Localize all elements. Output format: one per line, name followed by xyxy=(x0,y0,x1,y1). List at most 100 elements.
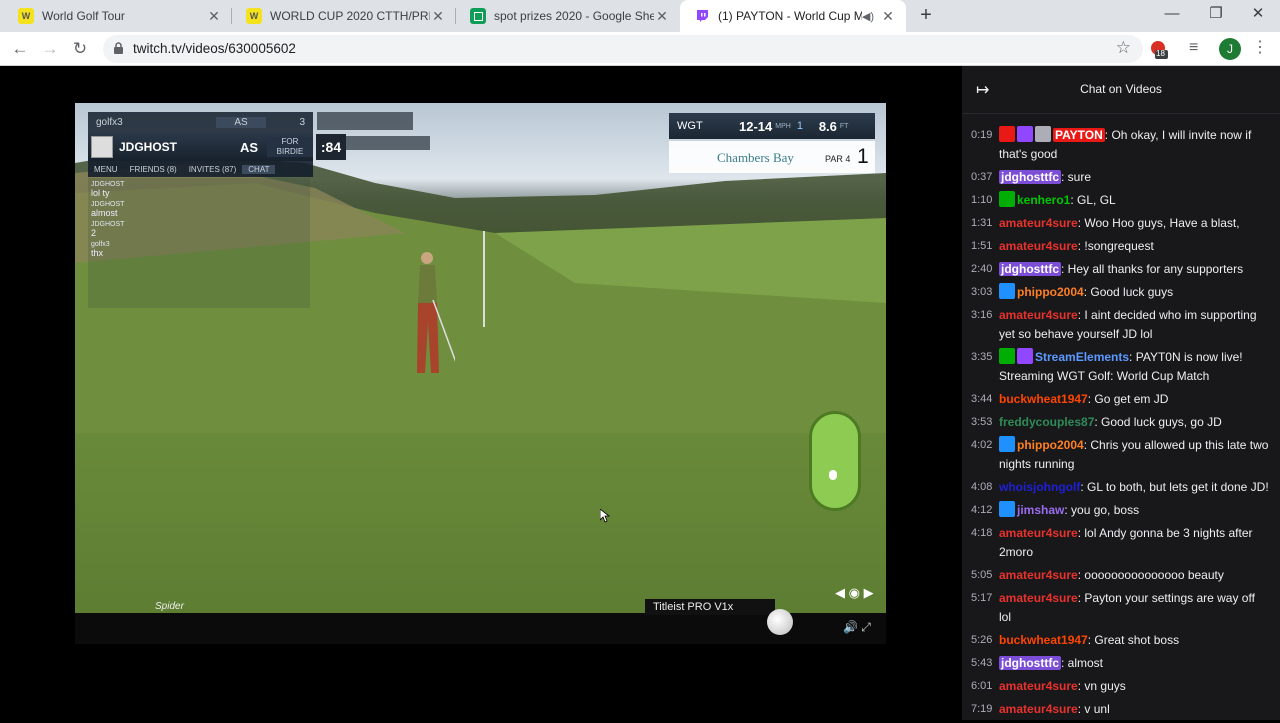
chat-badge-icon[interactable] xyxy=(999,501,1015,517)
close-tab-icon[interactable]: ✕ xyxy=(430,8,446,25)
chat-timestamp[interactable]: 3:03 xyxy=(971,283,999,302)
maximize-icon[interactable]: ❐ xyxy=(1194,0,1238,30)
tab-world-cup-prizes[interactable]: W WORLD CUP 2020 CTTH/PRIZES/ ✕ xyxy=(232,0,456,32)
chat-message-body: amateur4sure: vn guys xyxy=(999,677,1270,696)
speaker-icon[interactable]: ◀) xyxy=(862,10,874,23)
forward-icon[interactable]: → xyxy=(38,37,62,61)
chat-username[interactable]: whoisjohngolf xyxy=(999,480,1080,494)
chat-username[interactable]: PAYTON xyxy=(1053,128,1105,142)
tab-spot-prizes-sheets[interactable]: spot prizes 2020 - Google Sheets ✕ xyxy=(456,0,680,32)
distance-unit: FT xyxy=(839,122,849,130)
volume-icon[interactable]: 🔊 ⤢ xyxy=(843,620,871,635)
chat-username[interactable]: kenhero1 xyxy=(1017,193,1070,207)
chat-username[interactable]: jdghosttfc xyxy=(999,170,1061,184)
extension-icon[interactable]: 18 xyxy=(1148,39,1168,59)
chat-timestamp[interactable]: 5:43 xyxy=(971,654,999,673)
chat-timestamp[interactable]: 3:53 xyxy=(971,413,999,432)
chat-username[interactable]: amateur4sure xyxy=(999,591,1078,605)
chat-separator: : xyxy=(1061,262,1068,276)
chat-username[interactable]: amateur4sure xyxy=(999,568,1078,582)
chat-badge-icon[interactable] xyxy=(999,126,1015,142)
chat-timestamp[interactable]: 1:31 xyxy=(971,214,999,233)
chat-username[interactable]: buckwheat1947 xyxy=(999,392,1088,406)
more-menu-icon[interactable]: ⋮ xyxy=(1252,37,1268,57)
video-player[interactable]: golfx3 AS 3 JDGHOST AS FOR BIRDIE MENU F… xyxy=(0,66,962,720)
chat-timestamp[interactable]: 3:16 xyxy=(971,306,999,344)
avatar[interactable]: J xyxy=(1219,38,1241,60)
chat-message: 0:37 jdghosttfc: sure xyxy=(962,168,1280,187)
camera-icon[interactable]: ◀ ◉ ▶ xyxy=(835,585,874,601)
chat-badge-icon[interactable] xyxy=(1017,348,1033,364)
chat-username[interactable]: phippo2004 xyxy=(1017,285,1084,299)
chat-message-body: amateur4sure: v unl xyxy=(999,700,1270,719)
chat-timestamp[interactable]: 5:26 xyxy=(971,631,999,650)
game-tab-invites[interactable]: INVITES (87) xyxy=(183,165,243,174)
scoreboard-panel: golfx3 AS 3 JDGHOST AS FOR BIRDIE MENU F… xyxy=(88,112,313,177)
game-tab-friends[interactable]: FRIENDS (8) xyxy=(124,165,183,174)
chat-username[interactable]: amateur4sure xyxy=(999,308,1078,322)
chat-username[interactable]: amateur4sure xyxy=(999,239,1078,253)
game-tab-menu[interactable]: MENU xyxy=(88,165,124,174)
chat-username[interactable]: jimshaw xyxy=(1017,503,1064,517)
chat-timestamp[interactable]: 3:44 xyxy=(971,390,999,409)
chat-message-body: phippo2004: Chris you allowed up this la… xyxy=(999,436,1270,474)
chat-message: 7:19 amateur4sure: v unl xyxy=(962,700,1280,719)
chat-username[interactable]: phippo2004 xyxy=(1017,438,1084,452)
opponent-holes: 3 xyxy=(299,117,305,128)
game-tab-chat[interactable]: CHAT xyxy=(242,164,276,174)
chat-username[interactable]: StreamElements xyxy=(1035,350,1129,364)
tab-world-golf-tour[interactable]: W World Golf Tour ✕ xyxy=(4,0,232,32)
chat-timestamp[interactable]: 7:19 xyxy=(971,700,999,719)
chat-text: GL, GL xyxy=(1077,193,1116,207)
chat-timestamp[interactable]: 5:17 xyxy=(971,589,999,627)
chat-message-body: jdghosttfc: Hey all thanks for any suppo… xyxy=(999,260,1270,279)
chat-badge-icon[interactable] xyxy=(999,191,1015,207)
chat-text: v unl xyxy=(1084,702,1110,716)
chat-header: ↦ Chat on Videos xyxy=(962,66,1280,114)
media-queue-icon[interactable]: ≡ xyxy=(1189,39,1209,59)
chat-timestamp[interactable]: 4:12 xyxy=(971,501,999,520)
chat-message: 5:05 amateur4sure: ooooooooooooooo beauty xyxy=(962,566,1280,585)
chat-timestamp[interactable]: 3:35 xyxy=(971,348,999,386)
bookmark-star-icon[interactable]: ☆ xyxy=(1116,38,1131,58)
chat-timestamp[interactable]: 4:08 xyxy=(971,478,999,497)
game-chat-name: JDGHOST xyxy=(91,181,125,188)
close-tab-icon[interactable]: ✕ xyxy=(880,8,896,25)
close-window-icon[interactable]: ✕ xyxy=(1236,0,1280,30)
chat-timestamp[interactable]: 5:05 xyxy=(971,566,999,585)
tab-payton-twitch[interactable]: (1) PAYTON - World Cup Mat ◀) ✕ xyxy=(680,0,906,32)
chat-username[interactable]: jdghosttfc xyxy=(999,656,1061,670)
chat-timestamp[interactable]: 0:19 xyxy=(971,126,999,164)
chat-badge-icon[interactable] xyxy=(999,348,1015,364)
chat-badge-icon[interactable] xyxy=(999,283,1015,299)
distance-value: 8.6 xyxy=(818,118,837,134)
chat-timestamp[interactable]: 6:01 xyxy=(971,677,999,696)
chat-message-body: whoisjohngolf: GL to both, but lets get … xyxy=(999,478,1270,497)
chat-timestamp[interactable]: 1:51 xyxy=(971,237,999,256)
chat-badge-icon[interactable] xyxy=(1017,126,1033,142)
chat-timestamp[interactable]: 0:37 xyxy=(971,168,999,187)
wgt-favicon-icon: W xyxy=(18,8,34,24)
back-icon[interactable]: ← xyxy=(8,37,32,61)
close-tab-icon[interactable]: ✕ xyxy=(654,8,670,25)
chat-username[interactable]: amateur4sure xyxy=(999,702,1078,716)
chat-username[interactable]: amateur4sure xyxy=(999,679,1078,693)
reload-icon[interactable]: ↻ xyxy=(68,37,92,61)
chat-badge-icon[interactable] xyxy=(999,436,1015,452)
chat-username[interactable]: jdghosttfc xyxy=(999,262,1061,276)
chat-username[interactable]: amateur4sure xyxy=(999,526,1078,540)
address-bar[interactable]: twitch.tv/videos/630005602 ☆ xyxy=(103,35,1143,63)
minimize-icon[interactable]: — xyxy=(1150,0,1194,30)
chat-username[interactable]: buckwheat1947 xyxy=(999,633,1088,647)
shot-timer: :84 xyxy=(316,134,346,160)
new-tab-button[interactable]: + xyxy=(914,4,938,28)
chat-timestamp[interactable]: 4:02 xyxy=(971,436,999,474)
chat-timestamp[interactable]: 2:40 xyxy=(971,260,999,279)
chat-timestamp[interactable]: 4:18 xyxy=(971,524,999,562)
chat-badge-icon[interactable] xyxy=(1035,126,1051,142)
close-tab-icon[interactable]: ✕ xyxy=(206,8,222,25)
chat-timestamp[interactable]: 1:10 xyxy=(971,191,999,210)
chat-username[interactable]: amateur4sure xyxy=(999,216,1078,230)
course-panel: Chambers Bay PAR 4 1 xyxy=(669,141,875,173)
chat-username[interactable]: freddycouples87 xyxy=(999,415,1094,429)
